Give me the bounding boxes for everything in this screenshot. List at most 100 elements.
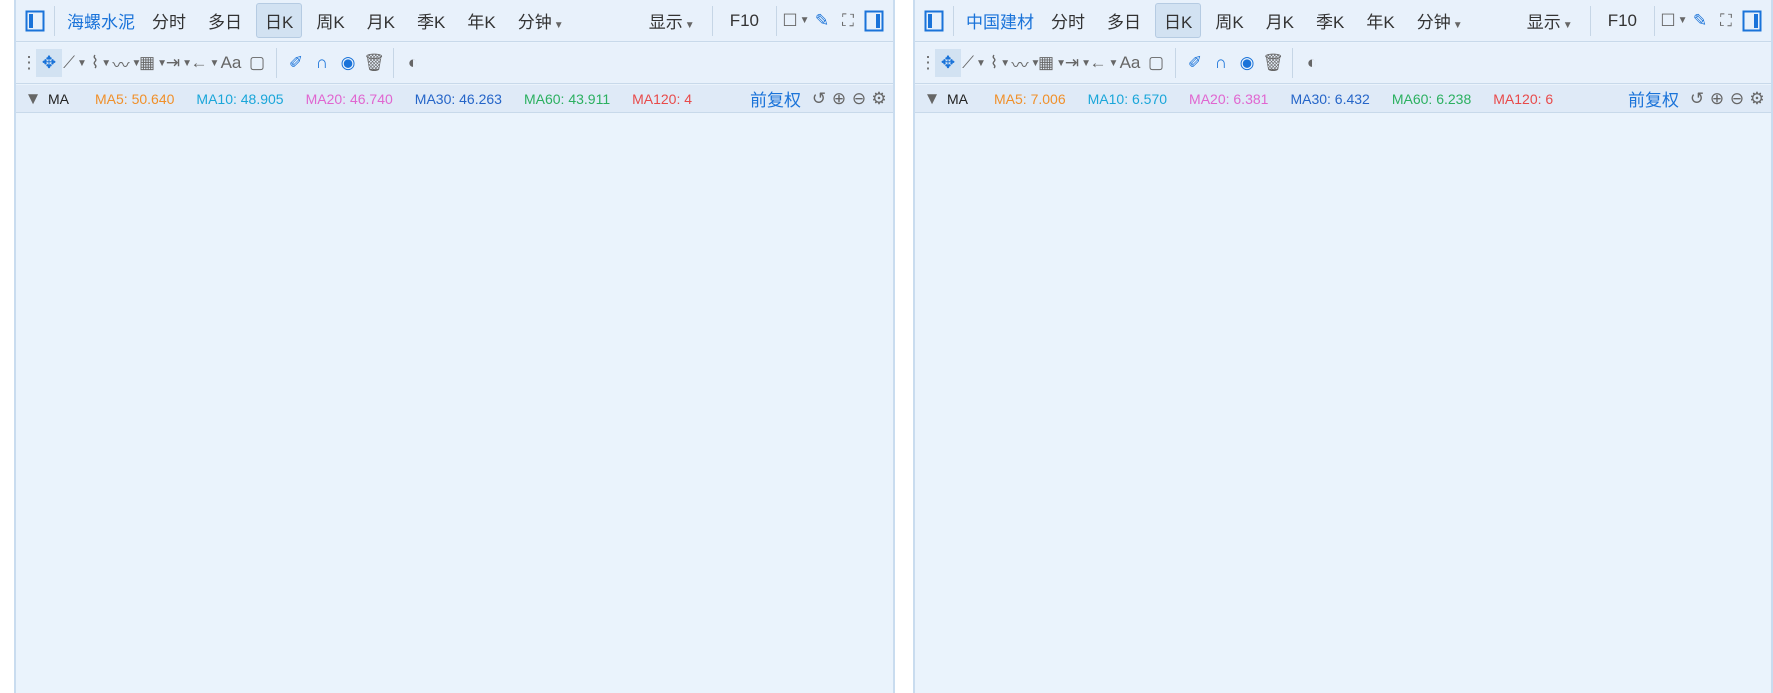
fullscreen-icon[interactable]: ⛶ [835,7,861,35]
layout-square-icon[interactable]: ☐ ▼ [1660,7,1687,35]
period-toolbar: 7.8007.8007.5507.5507.0507.0506.8006.800… [915,0,1771,42]
sidebar-toggle-icon[interactable]: 7.8007.8007.5507.5507.0507.0506.8006.800… [921,7,947,35]
undo-icon[interactable]: ↺ [1687,85,1707,112]
polyline-tool-icon[interactable]: ⌇ ▼ [987,49,1013,77]
magnet-icon[interactable]: ∩ [1208,49,1234,77]
fullscreen-icon[interactable]: ⛶ [1713,7,1739,35]
ma-legend-ma10: MA10: 48.905 [196,90,284,107]
tab-3[interactable]: 周K [1207,4,1251,37]
collapse-icon[interactable]: ▼ [20,85,46,112]
target-icon[interactable]: ◉ [1234,49,1260,77]
f10-button[interactable]: F10 [1600,7,1645,35]
target-icon[interactable]: ◉ [335,49,361,77]
comment-icon[interactable]: ▢ [244,49,270,77]
wave-tool-icon[interactable]: 〰 ▼ [113,49,142,77]
tab-4[interactable]: 月K [1258,4,1302,37]
ma-legend-ma10: MA10: 6.570 [1087,90,1168,107]
ma-legend-ma60: MA60: 43.911 [523,90,611,107]
drawing-toolbar: ⋮ ✥ ⟋ ▼ ⌇ ▼ 〰 ▼ ▦ ▼ ⇥ ▼ ← ▼ Aa ▢ ✐ ∩ ◉ 🗑 ◐ [915,43,1771,84]
drawing-toolbar: ⋮ ✥ ⟋ ▼ ⌇ ▼ 〰 ▼ ▦ ▼ ⇥ ▼ ← ▼ Aa ▢ ✐ ∩ ◉ 🗑 ◐ [16,43,893,84]
chart-panel-0: 50.35050.35048.85048.85047.35047.35045.8… [14,0,895,693]
adjust-mode[interactable]: 前复权 [1628,86,1679,111]
range-tool-icon[interactable]: ⇥ ▼ [1065,49,1091,77]
line-tool-icon[interactable]: ⟋ ▼ [62,49,88,77]
fibonacci-tool-icon[interactable]: ▦ ▼ [139,49,167,77]
kline-chart[interactable] [16,113,893,693]
tab-6[interactable]: 年K [459,4,503,37]
chevron-down-icon: ▼ [553,20,564,31]
ma-legend-ma20: MA20: 46.740 [305,90,393,107]
stock-name[interactable]: 海螺水泥 [61,8,141,33]
indicator-name[interactable]: MA [48,91,69,107]
sidebar-right-icon[interactable] [1739,7,1765,35]
indicator-bar: ▼ MA MA5: 50.640 MA10: 48.905 MA20: 46.740… [16,85,893,113]
drag-handle-icon[interactable]: ⋮ [920,49,937,77]
tab-7[interactable]: 分钟 ▼ [510,4,572,37]
tab-0[interactable]: 分时 [144,4,194,37]
ma-legend-ma5: MA5: 50.640 [95,90,175,107]
chart-panel-1: 7.8007.8007.5507.5507.0507.0506.8006.800… [913,0,1773,693]
ma-legend-ma5: MA5: 7.006 [994,90,1066,107]
indicator-bar: ▼ MA MA5: 7.006 MA10: 6.570 MA20: 6.381 MA3… [915,85,1771,113]
wave-tool-icon[interactable]: 〰 ▼ [1012,49,1041,77]
sidebar-toggle-icon[interactable]: 50.35050.35048.85048.85047.35047.35045.8… [22,7,48,35]
text-tool-button[interactable]: Aa [218,49,244,77]
fibonacci-tool-icon[interactable]: ▦ ▼ [1038,49,1066,77]
range-tool-icon[interactable]: ⇥ ▼ [166,49,192,77]
display-menu[interactable]: 显示 ▼ [1519,4,1581,37]
chevron-down-icon: ▼ [1452,20,1463,31]
ma-legend-ma60: MA60: 6.238 [1391,90,1472,107]
ma-legend-ma20: MA20: 6.381 [1189,90,1269,107]
tab-2[interactable]: 日K [1155,3,1202,38]
zoom-in-icon[interactable]: ⊕ [829,85,849,112]
tab-2[interactable]: 日K [256,3,303,38]
ma-legend-ma120: MA120: 4 [632,90,693,107]
kline-chart[interactable] [915,113,1771,693]
undo-icon[interactable]: ↺ [809,85,829,112]
tab-5[interactable]: 季K [1308,4,1352,37]
brush-icon[interactable]: ✎ [809,7,835,35]
overlay-icon[interactable]: ◐ [1299,49,1325,77]
tab-1[interactable]: 多日 [1099,4,1149,37]
tab-5[interactable]: 季K [409,4,453,37]
magnet-icon[interactable]: ∩ [309,49,335,77]
zoom-out-icon[interactable]: ⊖ [1727,85,1747,112]
tab-6[interactable]: 年K [1358,4,1402,37]
tab-7[interactable]: 分钟 ▼ [1409,4,1471,37]
settings-gear-icon[interactable]: ⚙ [869,85,889,112]
period-toolbar: 50.35050.35048.85048.85047.35047.35045.8… [16,0,893,42]
indicator-name[interactable]: MA [947,91,968,107]
tab-4[interactable]: 月K [359,4,403,37]
trash-icon[interactable]: 🗑 [361,49,387,77]
layout-square-icon[interactable]: ☐ ▼ [782,7,809,35]
comment-icon[interactable]: ▢ [1143,49,1169,77]
tab-1[interactable]: 多日 [200,4,250,37]
arrow-tool-icon[interactable]: ← ▼ [191,49,220,77]
zoom-in-icon[interactable]: ⊕ [1707,85,1727,112]
stock-name[interactable]: 中国建材 [960,8,1040,33]
zoom-out-icon[interactable]: ⊖ [849,85,869,112]
overlay-icon[interactable]: ◐ [400,49,426,77]
arrow-tool-icon[interactable]: ← ▼ [1090,49,1119,77]
f10-button[interactable]: F10 [722,7,767,35]
tab-0[interactable]: 分时 [1043,4,1093,37]
move-cross-icon[interactable]: ✥ [36,49,62,77]
text-tool-button[interactable]: Aa [1117,49,1143,77]
ma-legend-ma30: MA30: 46.263 [414,90,502,107]
trash-icon[interactable]: 🗑 [1260,49,1286,77]
move-cross-icon[interactable]: ✥ [935,49,961,77]
ma-legend-ma30: MA30: 6.432 [1290,90,1370,107]
line-tool-icon[interactable]: ⟋ ▼ [961,49,987,77]
display-menu[interactable]: 显示 ▼ [641,4,703,37]
adjust-mode[interactable]: 前复权 [750,86,801,111]
settings-gear-icon[interactable]: ⚙ [1747,85,1767,112]
polyline-tool-icon[interactable]: ⌇ ▼ [88,49,114,77]
eraser-icon[interactable]: ✐ [1182,49,1208,77]
drag-handle-icon[interactable]: ⋮ [21,49,38,77]
ma-legend-ma120: MA120: 6 [1493,90,1554,107]
collapse-icon[interactable]: ▼ [919,85,945,112]
tab-3[interactable]: 周K [308,4,352,37]
brush-icon[interactable]: ✎ [1687,7,1713,35]
sidebar-right-icon[interactable] [861,7,887,35]
eraser-icon[interactable]: ✐ [283,49,309,77]
